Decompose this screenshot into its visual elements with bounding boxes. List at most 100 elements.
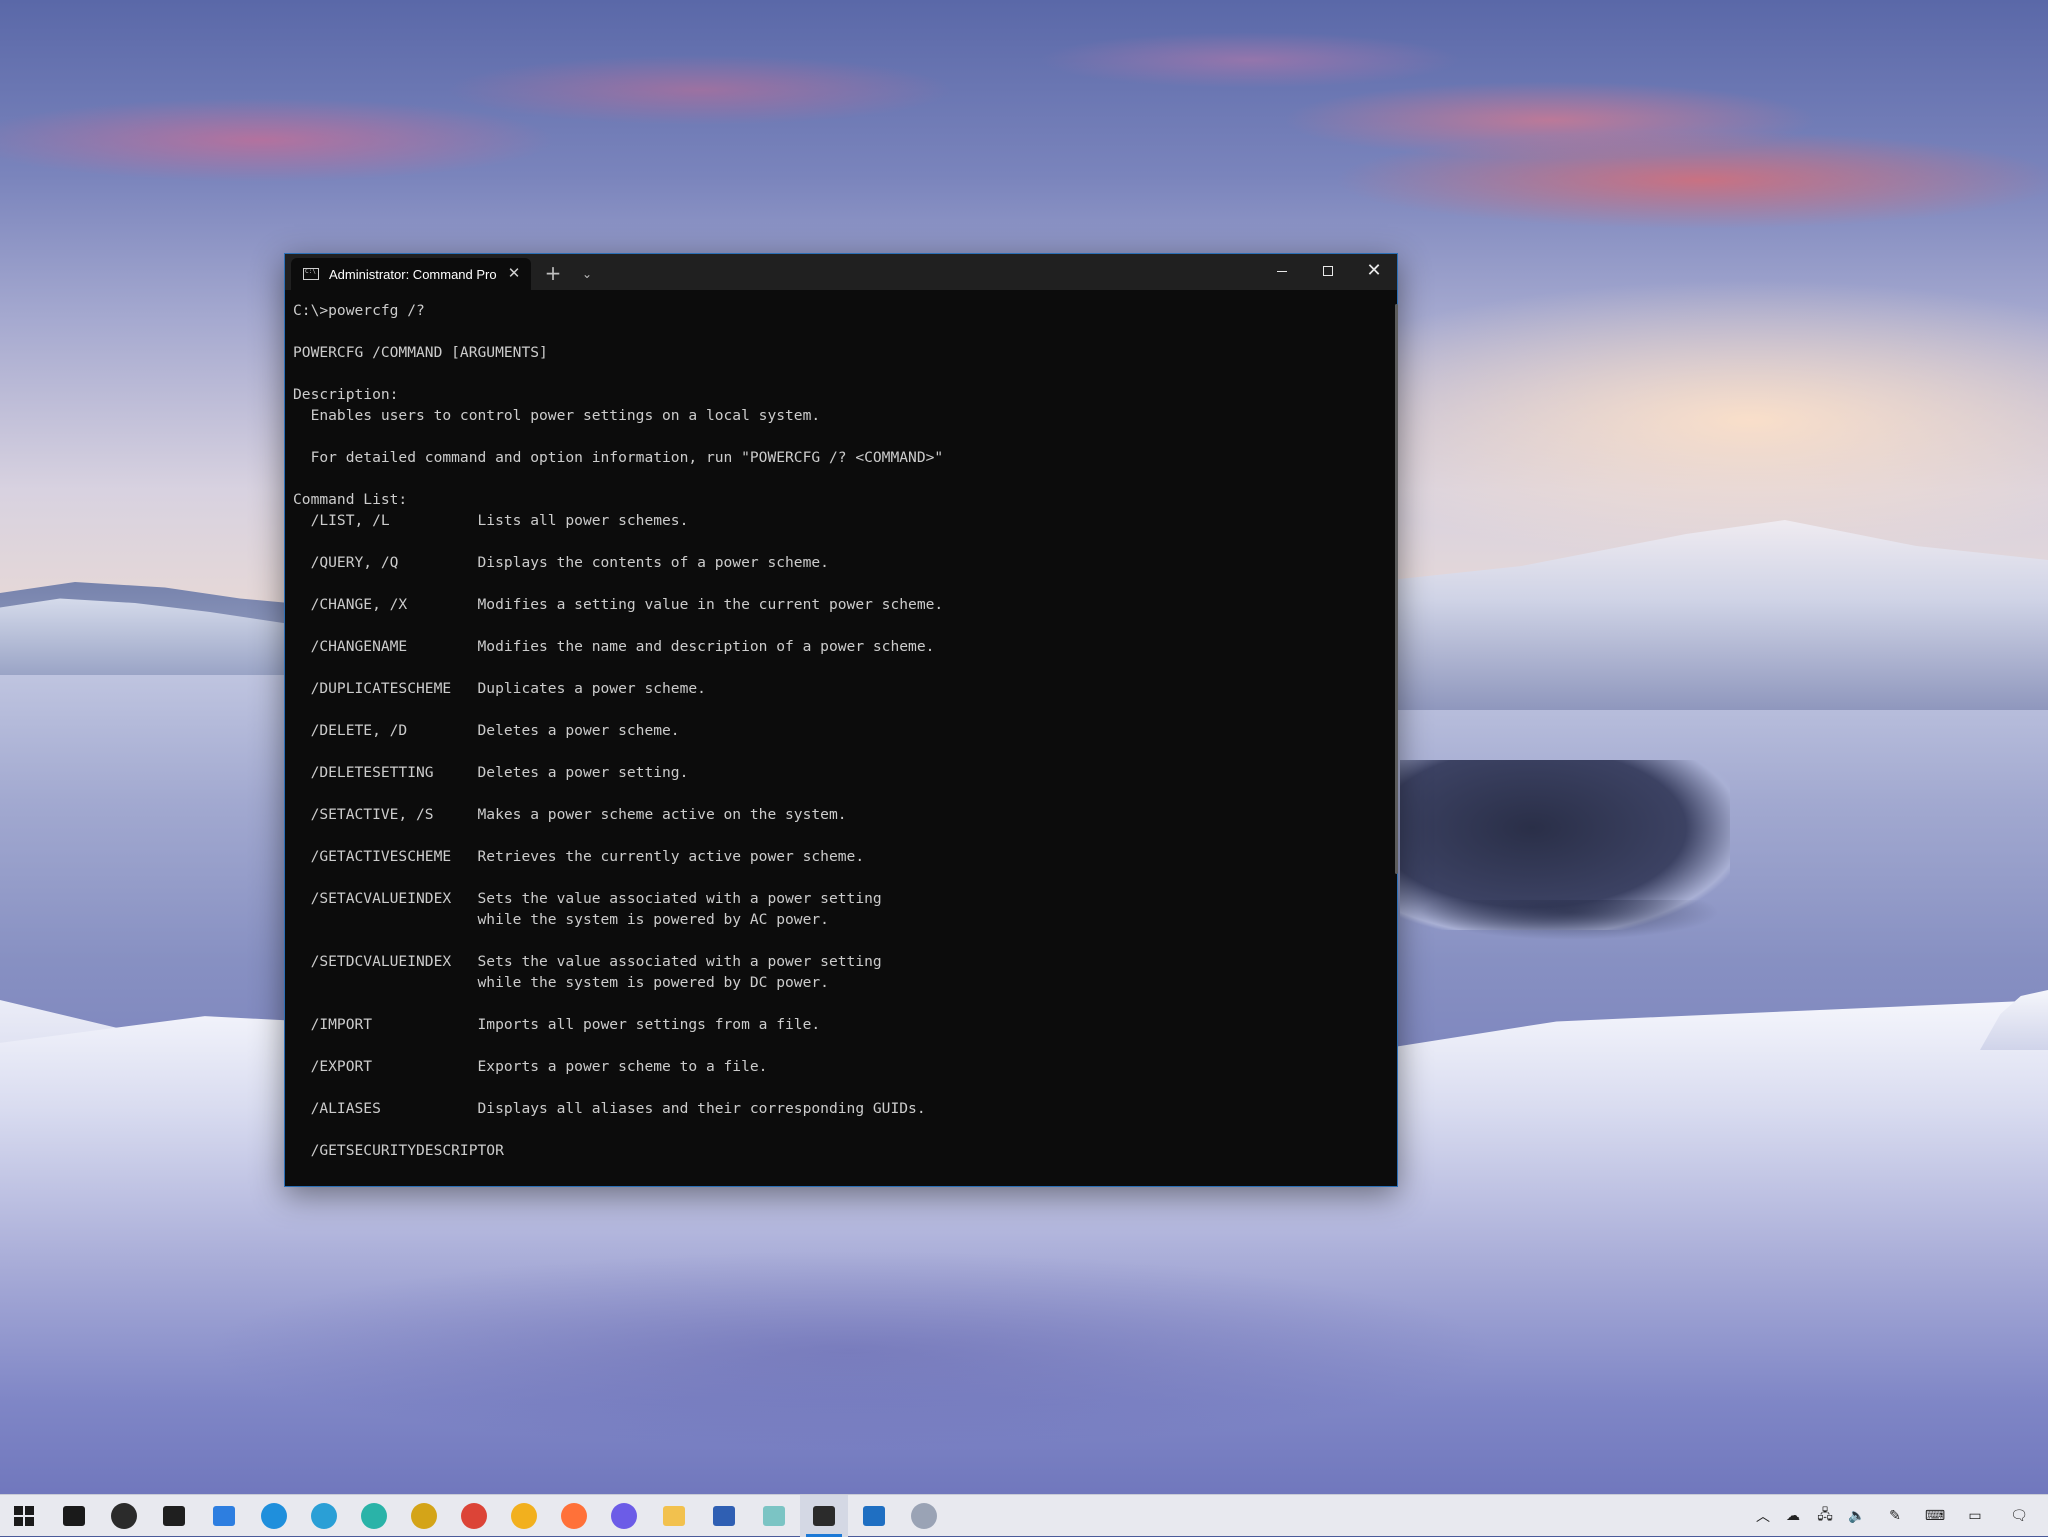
edge-dev-app[interactable] [350, 1495, 398, 1537]
console-line: /GETSECURITYDESCRIPTOR [293, 1142, 504, 1159]
console-line: /GETACTIVESCHEME Retrieves the currently… [293, 848, 865, 865]
console-line: /EXPORT Exports a power scheme to a file… [293, 1058, 768, 1075]
new-tab-button[interactable]: + [541, 262, 565, 286]
chevron-down-icon[interactable]: ⌄ [575, 262, 599, 286]
edge-canary-icon [411, 1503, 437, 1529]
volume-tray[interactable]: 🔈 [1842, 1495, 1872, 1537]
keyboard-icon: ⌨ [1924, 1508, 1946, 1524]
console-line: /LIST, /L Lists all power schemes. [293, 512, 689, 529]
chevron-up-icon: ︿ [1756, 1509, 1770, 1525]
edge-icon [261, 1503, 287, 1529]
edge-beta-icon [311, 1503, 337, 1529]
store-app[interactable] [150, 1495, 198, 1537]
console-line: C:\>powercfg /? [293, 302, 425, 319]
tab-title: Administrator: Command Prompt [329, 266, 497, 282]
tab-command-prompt[interactable]: Administrator: Command Prompt ✕ [291, 258, 531, 290]
console-line: /QUERY, /Q Displays the contents of a po… [293, 554, 829, 571]
console-line: POWERCFG /COMMAND [ARGUMENTS] [293, 344, 548, 361]
title-bar[interactable]: Administrator: Command Prompt ✕ + ⌄ ✕ [285, 254, 1397, 290]
console-line: For detailed command and option informat… [293, 449, 944, 466]
pen-icon: ✎ [1889, 1508, 1901, 1524]
close-tab-icon[interactable]: ✕ [505, 264, 523, 282]
maximize-button[interactable] [1305, 254, 1351, 290]
close-button[interactable]: ✕ [1351, 254, 1397, 290]
notepad-app[interactable] [750, 1495, 798, 1537]
task-view-button[interactable] [50, 1495, 98, 1537]
console-line: /DELETE, /D Deletes a power scheme. [293, 722, 680, 739]
edge-beta-app[interactable] [300, 1495, 348, 1537]
console-line: Description: [293, 386, 399, 403]
edge-canary-app[interactable] [400, 1495, 448, 1537]
photos-app[interactable] [850, 1495, 898, 1537]
terminal-window[interactable]: Administrator: Command Prompt ✕ + ⌄ ✕ C:… [284, 253, 1398, 1187]
file-explorer-app[interactable] [650, 1495, 698, 1537]
console-line: /DELETESETTING Deletes a power setting. [293, 764, 689, 781]
terminal-icon [813, 1506, 835, 1526]
taskbar: ︿ ☁ 🖧 🔈 ✎ ⌨ ▭ 🗨 [0, 1494, 2048, 1537]
console-line: /IMPORT Imports all power settings from … [293, 1016, 821, 1033]
desktop-tray[interactable]: ▭ [1960, 1495, 1990, 1537]
powershell-app[interactable] [700, 1495, 748, 1537]
minimize-icon [1277, 270, 1287, 272]
cloud-icon: ☁ [1786, 1508, 1800, 1524]
console-line: /SETDCVALUEINDEX Sets the value associat… [293, 953, 882, 970]
console-line: /CHANGENAME Modifies the name and descri… [293, 638, 935, 655]
start-button[interactable] [0, 1495, 48, 1537]
phone-icon [213, 1506, 235, 1526]
store-bag-icon [163, 1506, 185, 1526]
show-hidden-icons-button[interactable]: ︿ [1748, 1495, 1778, 1537]
windows-logo-icon [14, 1506, 34, 1526]
edge-dev-icon [361, 1503, 387, 1529]
firefox-app[interactable] [550, 1495, 598, 1537]
command-prompt-icon [303, 268, 319, 280]
touch-keyboard-tray[interactable]: ⌨ [1920, 1495, 1950, 1537]
firefox-nightly-icon [611, 1503, 637, 1529]
edge-app[interactable] [250, 1495, 298, 1537]
chrome-icon [461, 1503, 487, 1529]
scrollbar[interactable] [1395, 304, 1398, 874]
firefox-nightly-app[interactable] [600, 1495, 648, 1537]
action-center-button[interactable]: 🗨 [2004, 1495, 2034, 1537]
console-line: /SETACTIVE, /S Makes a power scheme acti… [293, 806, 847, 823]
console-output[interactable]: C:\>powercfg /? POWERCFG /COMMAND [ARGUME… [293, 300, 1373, 1170]
console-line: while the system is powered by DC power. [293, 974, 829, 991]
console-line: Enables users to control power settings … [293, 407, 821, 424]
console-line: while the system is powered by AC power. [293, 911, 829, 928]
terminal-app[interactable] [800, 1495, 848, 1537]
speaker-icon: 🔈 [1848, 1508, 1866, 1524]
onedrive-tray[interactable]: ☁ [1778, 1495, 1808, 1537]
gear-icon [111, 1503, 137, 1529]
photos-icon [863, 1506, 885, 1526]
pen-tray[interactable]: ✎ [1880, 1495, 1910, 1537]
phone-app[interactable] [200, 1495, 248, 1537]
minimize-button[interactable] [1259, 254, 1305, 290]
console-line: /DUPLICATESCHEME Duplicates a power sche… [293, 680, 706, 697]
task-view-icon [63, 1506, 85, 1526]
chrome-app[interactable] [450, 1495, 498, 1537]
network-tray[interactable]: 🖧 [1810, 1495, 1840, 1537]
chrome-canary-app[interactable] [500, 1495, 548, 1537]
wallpaper-snow-shadow [200, 1250, 1500, 1450]
network-icon: 🖧 [1817, 1507, 1833, 1523]
notification-icon: 🗨 [2010, 1508, 2028, 1524]
console-line: /CHANGE, /X Modifies a setting value in … [293, 596, 944, 613]
powershell-icon [713, 1506, 735, 1526]
settings-app[interactable] [100, 1495, 148, 1537]
console-line: /ALIASES Displays all aliases and their … [293, 1100, 926, 1117]
console-line: Command List: [293, 491, 408, 508]
firefox-icon [561, 1503, 587, 1529]
cloud-app[interactable] [900, 1495, 948, 1537]
